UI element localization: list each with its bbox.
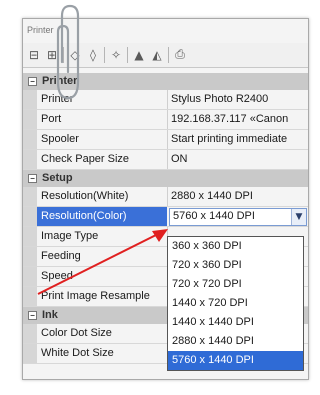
dropdown-option[interactable]: 2880 x 1440 DPI [168, 332, 303, 351]
property-name: Check Paper Size [41, 153, 130, 165]
resolution-color-combobox[interactable]: 5760 x 1440 DPI ▼ [169, 208, 307, 226]
column-divider [167, 130, 168, 149]
row-gutter [23, 110, 37, 129]
property-row-check-paper-size[interactable]: Check Paper Size ON [23, 150, 308, 170]
collapse-toggle-icon[interactable]: − [28, 311, 37, 320]
property-row-spooler[interactable]: Spooler Start printing immediate [23, 130, 308, 150]
property-name: Speed [41, 270, 73, 282]
paperclip-icon [56, 4, 80, 100]
color-icon[interactable]: ▲ [131, 46, 147, 63]
property-name: Spooler [41, 133, 79, 145]
property-name: White Dot Size [41, 347, 114, 359]
dropdown-option[interactable]: 720 x 720 DPI [168, 275, 303, 294]
row-gutter [23, 267, 37, 286]
property-name: Color Dot Size [41, 327, 112, 339]
row-gutter [23, 130, 37, 149]
row-gutter [23, 207, 37, 226]
category-setup[interactable]: − Setup [23, 170, 308, 187]
property-row-resolution-color[interactable]: Resolution(Color) 5760 x 1440 DPI ▼ [23, 207, 308, 227]
property-name: Image Type [41, 230, 99, 242]
dropdown-option-selected[interactable]: 5760 x 1440 DPI [168, 351, 303, 370]
row-gutter [23, 324, 37, 343]
dropdown-option[interactable]: 1440 x 720 DPI [168, 294, 303, 313]
property-name: Resolution(White) [41, 190, 129, 202]
toolbar-separator [127, 47, 128, 63]
print-icon[interactable]: ⎙ [172, 46, 188, 63]
column-divider [167, 90, 168, 109]
property-row-resolution-white[interactable]: Resolution(White) 2880 x 1440 DPI [23, 187, 308, 207]
property-value[interactable]: Start printing immediate [171, 133, 308, 145]
dropdown-option[interactable]: 1440 x 1440 DPI [168, 313, 303, 332]
layout-icon[interactable]: ◭ [149, 46, 165, 63]
property-pages-icon[interactable]: ✧ [108, 46, 124, 63]
property-value[interactable]: 2880 x 1440 DPI [171, 190, 308, 202]
property-name: Print Image Resample [41, 290, 150, 302]
chevron-down-icon[interactable]: ▼ [291, 209, 306, 225]
property-value[interactable]: ON [171, 153, 308, 165]
dropdown-option[interactable]: 360 x 360 DPI [168, 237, 303, 256]
toolbar-separator [104, 47, 105, 63]
property-name: Feeding [41, 250, 81, 262]
toolbar-separator [168, 47, 169, 63]
row-gutter [23, 150, 37, 169]
property-value[interactable]: Stylus Photo R2400 [171, 93, 308, 105]
row-gutter [23, 247, 37, 266]
row-gutter [23, 287, 37, 306]
resolution-dropdown-list: 360 x 360 DPI 720 x 360 DPI 720 x 720 DP… [167, 236, 304, 371]
property-name: Resolution(Color) [41, 210, 127, 222]
column-divider [167, 187, 168, 206]
row-gutter [23, 344, 37, 363]
column-divider [167, 110, 168, 129]
dropdown-option[interactable]: 720 x 360 DPI [168, 256, 303, 275]
column-divider [167, 150, 168, 169]
combobox-value: 5760 x 1440 DPI [173, 210, 255, 222]
collapse-toggle-icon[interactable]: − [28, 77, 37, 86]
row-gutter [23, 90, 37, 109]
collapse-toggle-icon[interactable]: − [28, 174, 37, 183]
row-gutter [23, 227, 37, 246]
sort-categorized-icon[interactable]: ⊟ [26, 46, 42, 63]
property-row-port[interactable]: Port 192.168.37.117 «Canon [23, 110, 308, 130]
property-name: Port [41, 113, 62, 125]
row-gutter [23, 187, 37, 206]
category-label: Ink [42, 309, 58, 321]
category-label: Setup [42, 172, 73, 184]
property-value[interactable]: 192.168.37.117 «Canon [171, 113, 308, 125]
